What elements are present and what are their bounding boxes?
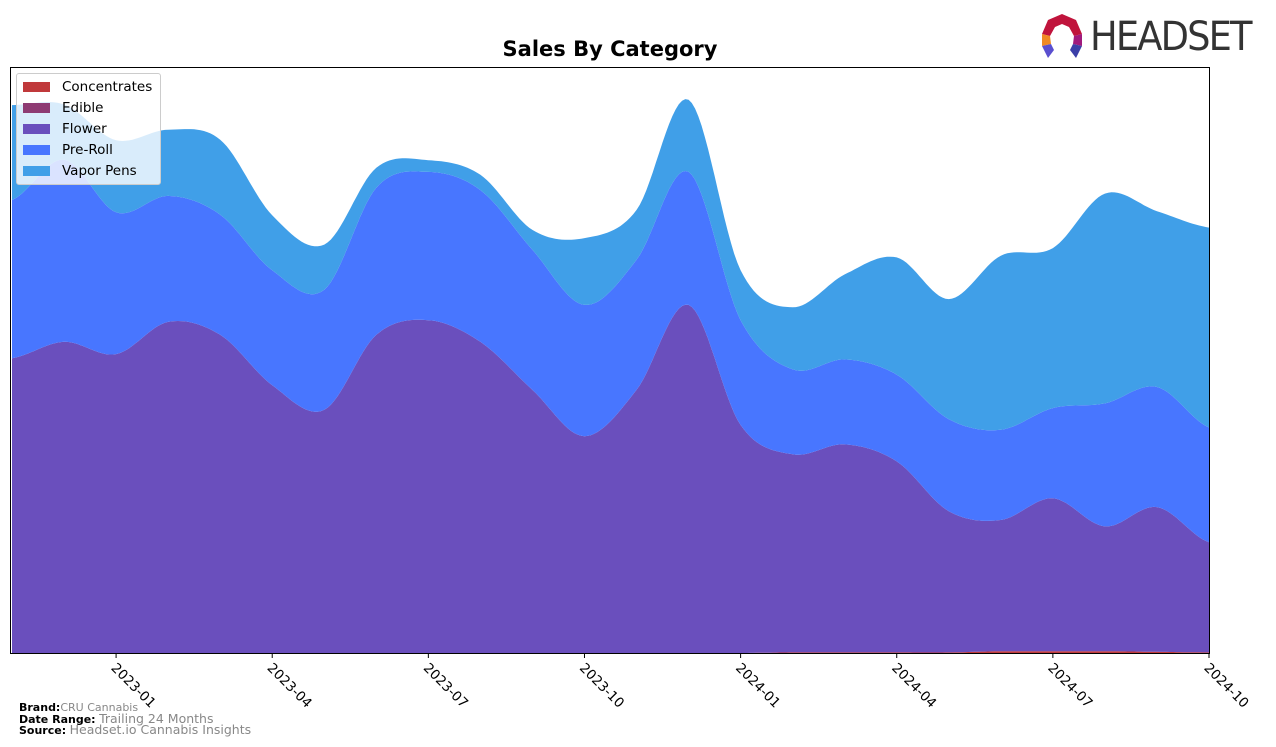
legend-item-pre-roll: Pre-Roll [23,140,113,160]
x-tick-label: 2024-10 [1201,660,1252,711]
legend-swatch [23,82,50,92]
source-label: Source: [19,724,67,737]
legend-swatch [23,103,50,113]
x-tick-label: 2024-04 [888,660,939,711]
legend-swatch [23,166,50,176]
x-tick-label: 2023-04 [264,660,315,711]
legend-swatch [23,145,50,155]
x-tick-label: 2024-01 [732,660,783,711]
legend-label: Vapor Pens [62,163,137,179]
legend-item-concentrates: Concentrates [23,77,152,97]
legend-item-vapor-pens: Vapor Pens [23,161,137,181]
stacked-area-chart: 2023-01 2023-04 2023-07 2023-10 2024-01 2024-… [10,67,1252,711]
legend-swatch [23,124,50,134]
legend-label: Concentrates [62,79,153,95]
legend-label: Edible [62,100,104,116]
x-tick-label: 2024-07 [1044,660,1095,711]
source-value: Headset.io Cannabis Insights [69,722,252,737]
x-axis: 2023-01 2023-04 2023-07 2023-10 2024-01 2024-… [108,653,1252,711]
legend-item-edible: Edible [23,98,103,118]
legend-label: Flower [62,121,107,137]
x-tick-label: 2023-10 [576,660,627,711]
footer-info: Brand:CRU Cannabis Date Range: Trailing … [19,702,252,737]
legend: Concentrates Edible Flower Pre-Roll Vapor Pe… [16,73,161,185]
legend-label: Pre-Roll [62,142,113,158]
footer-source: Source: Headset.io Cannabis Insights [19,722,252,737]
x-tick-label: 2023-07 [420,660,471,711]
legend-item-flower: Flower [23,119,107,139]
area-layers [12,99,1209,653]
